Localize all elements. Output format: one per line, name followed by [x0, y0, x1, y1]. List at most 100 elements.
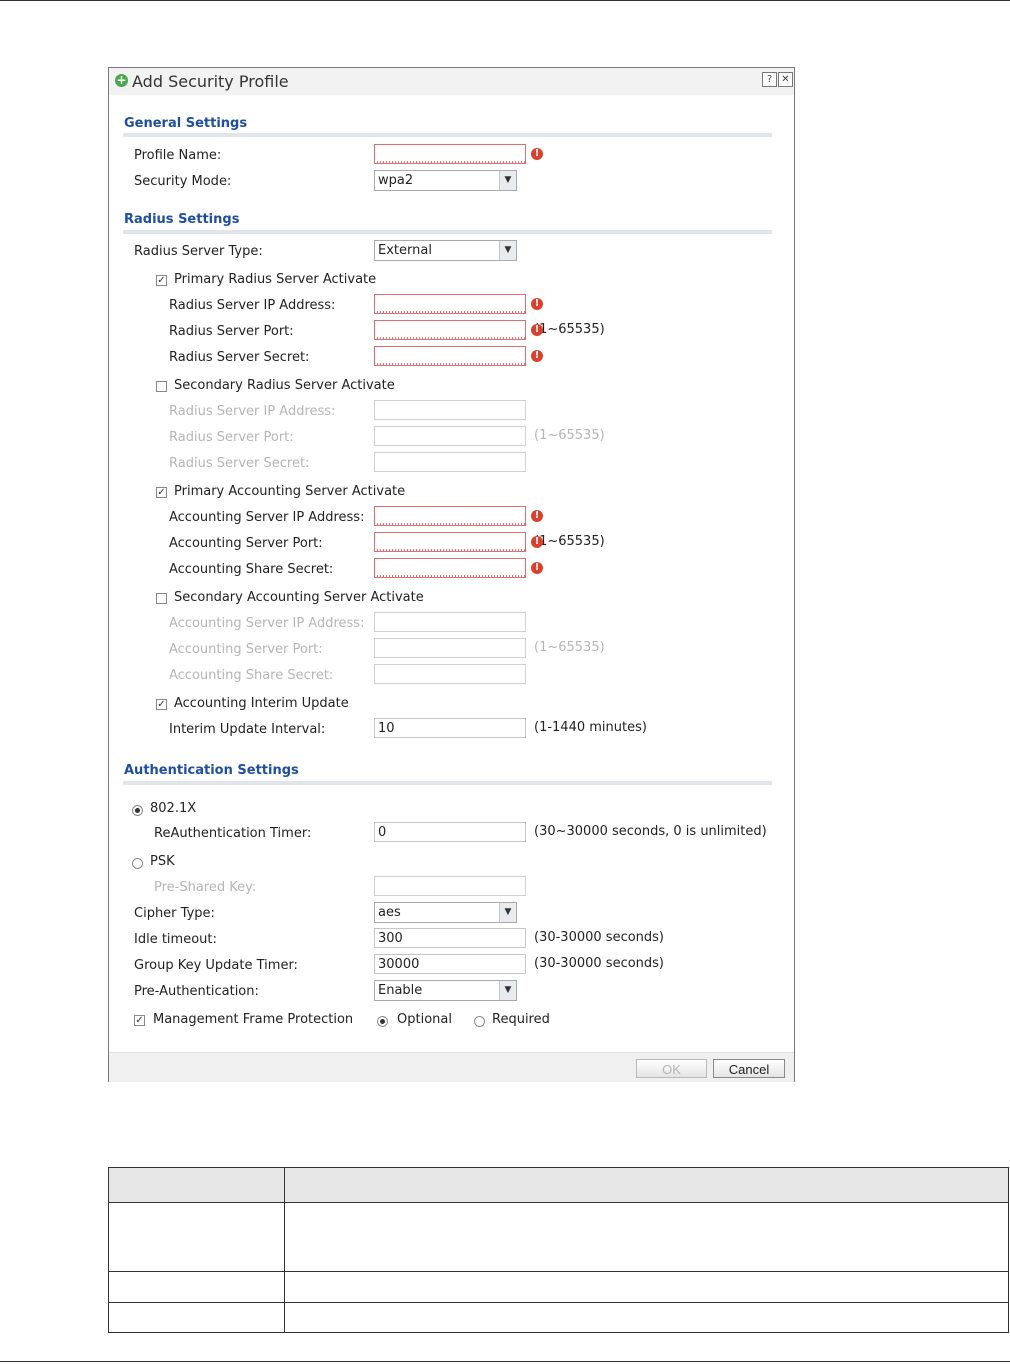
primary-accounting-activate-checkbox[interactable]: ✓	[156, 487, 167, 498]
psk-radio[interactable]	[132, 858, 143, 869]
description-table	[108, 1167, 1009, 1333]
radius-server-type-value: External	[378, 243, 432, 258]
error-icon: !	[531, 324, 543, 336]
idle-timeout-hint: (30-30000 seconds)	[534, 930, 664, 945]
mfp-optional-radio[interactable]	[377, 1016, 388, 1027]
primary-radius-activate-label: Primary Radius Server Activate	[174, 272, 377, 287]
pre-authentication-value: Enable	[378, 983, 423, 998]
secondary-accounting-port-label: Accounting Server Port:	[169, 642, 323, 657]
table-cell	[284, 1202, 1009, 1272]
mfp-label: Management Frame Protection	[153, 1012, 354, 1027]
primary-radius-secret-label: Radius Server Secret:	[169, 350, 310, 365]
idle-timeout-label: Idle timeout:	[134, 932, 217, 947]
primary-radius-activate-checkbox[interactable]: ✓	[156, 275, 167, 286]
dialog-titlebar: + Add Security Profile ? ✕	[109, 68, 794, 95]
table-header-row	[108, 1167, 1009, 1203]
pre-shared-key-input	[374, 876, 526, 896]
mfp-required-radio[interactable]	[474, 1016, 485, 1027]
radius-server-type-label: Radius Server Type:	[134, 244, 263, 259]
secondary-radius-secret-label: Radius Server Secret:	[169, 456, 310, 471]
dialog-footer: OK Cancel	[109, 1052, 794, 1082]
interim-interval-input[interactable]	[374, 718, 526, 738]
primary-radius-ip-input[interactable]	[374, 294, 526, 314]
radius-settings-heading: Radius Settings	[124, 212, 240, 227]
primary-accounting-secret-label: Accounting Share Secret:	[169, 562, 334, 577]
chevron-down-icon: ▼	[499, 171, 516, 190]
dot1x-radio[interactable]	[132, 805, 143, 816]
table-row	[108, 1271, 1009, 1303]
table-row	[108, 1302, 1009, 1333]
table-cell	[284, 1167, 1009, 1203]
secondary-accounting-activate-label: Secondary Accounting Server Activate	[174, 590, 424, 605]
group-key-timer-input[interactable]	[374, 954, 526, 974]
primary-accounting-ip-label: Accounting Server IP Address:	[169, 510, 365, 525]
add-icon: +	[115, 73, 128, 87]
secondary-radius-port-input	[374, 426, 526, 446]
table-cell	[108, 1202, 285, 1272]
chevron-down-icon: ▼	[499, 903, 516, 922]
security-mode-select[interactable]: wpa2 ▼	[374, 170, 517, 191]
close-icon[interactable]: ✕	[778, 72, 793, 87]
radius-server-type-select[interactable]: External ▼	[374, 240, 517, 261]
profile-name-label: Profile Name:	[134, 148, 222, 163]
error-icon: !	[531, 510, 543, 522]
primary-accounting-secret-input[interactable]	[374, 558, 526, 578]
secondary-accounting-secret-label: Accounting Share Secret:	[169, 668, 334, 683]
primary-accounting-port-hint: (1~65535)	[534, 534, 605, 549]
idle-timeout-input[interactable]	[374, 928, 526, 948]
primary-accounting-activate-label: Primary Accounting Server Activate	[174, 484, 406, 499]
secondary-radius-secret-input	[374, 452, 526, 472]
pre-authentication-select[interactable]: Enable ▼	[374, 980, 517, 1001]
mfp-optional-label: Optional	[397, 1012, 452, 1027]
general-settings-heading: General Settings	[124, 116, 248, 131]
authentication-settings-heading: Authentication Settings	[124, 763, 299, 778]
cipher-type-label: Cipher Type:	[134, 906, 215, 921]
interim-update-checkbox[interactable]: ✓	[156, 699, 167, 710]
secondary-radius-activate-checkbox[interactable]	[156, 381, 167, 392]
section-divider	[123, 781, 772, 785]
secondary-accounting-activate-checkbox[interactable]	[156, 593, 167, 604]
error-icon: !	[531, 562, 543, 574]
reauth-timer-input[interactable]	[374, 822, 526, 842]
group-key-timer-label: Group Key Update Timer:	[134, 958, 298, 973]
secondary-radius-port-label: Radius Server Port:	[169, 430, 294, 445]
secondary-radius-activate-label: Secondary Radius Server Activate	[174, 378, 395, 393]
pre-shared-key-label: Pre-Shared Key:	[154, 880, 257, 895]
error-icon: !	[531, 148, 543, 160]
ok-button[interactable]: OK	[636, 1059, 707, 1078]
primary-accounting-port-input[interactable]	[374, 532, 526, 552]
table-cell	[284, 1271, 1009, 1303]
interim-interval-label: Interim Update Interval:	[169, 722, 326, 737]
cipher-type-select[interactable]: aes ▼	[374, 902, 517, 923]
table-cell	[284, 1302, 1009, 1333]
mfp-required-label: Required	[492, 1012, 550, 1027]
chevron-down-icon: ▼	[499, 241, 516, 260]
primary-radius-port-label: Radius Server Port:	[169, 324, 294, 339]
cancel-button[interactable]: Cancel	[713, 1059, 785, 1078]
primary-radius-port-input[interactable]	[374, 320, 526, 340]
dot1x-label: 802.1X	[150, 801, 197, 816]
group-key-timer-hint: (30-30000 seconds)	[534, 956, 664, 971]
page-bottom-rule	[0, 1361, 1010, 1362]
security-mode-label: Security Mode:	[134, 174, 232, 189]
pre-authentication-label: Pre-Authentication:	[134, 984, 259, 999]
secondary-accounting-port-input	[374, 638, 526, 658]
secondary-radius-port-hint: (1~65535)	[534, 428, 605, 443]
add-security-profile-dialog: + Add Security Profile ? ✕ General Setti…	[108, 67, 795, 1082]
primary-radius-ip-label: Radius Server IP Address:	[169, 298, 336, 313]
help-icon[interactable]: ?	[762, 72, 777, 87]
mfp-checkbox[interactable]: ✓	[134, 1015, 145, 1026]
profile-name-input[interactable]	[374, 144, 526, 164]
dialog-title: Add Security Profile	[132, 72, 289, 91]
primary-accounting-ip-input[interactable]	[374, 506, 526, 526]
reauth-timer-label: ReAuthentication Timer:	[154, 826, 312, 841]
secondary-accounting-ip-label: Accounting Server IP Address:	[169, 616, 365, 631]
error-icon: !	[531, 536, 543, 548]
reauth-timer-hint: (30~30000 seconds, 0 is unlimited)	[534, 824, 767, 839]
chevron-down-icon: ▼	[499, 981, 516, 1000]
table-cell	[108, 1302, 285, 1333]
primary-radius-secret-input[interactable]	[374, 346, 526, 366]
interim-update-label: Accounting Interim Update	[174, 696, 349, 711]
table-cell	[108, 1271, 285, 1303]
cipher-type-value: aes	[378, 905, 401, 920]
